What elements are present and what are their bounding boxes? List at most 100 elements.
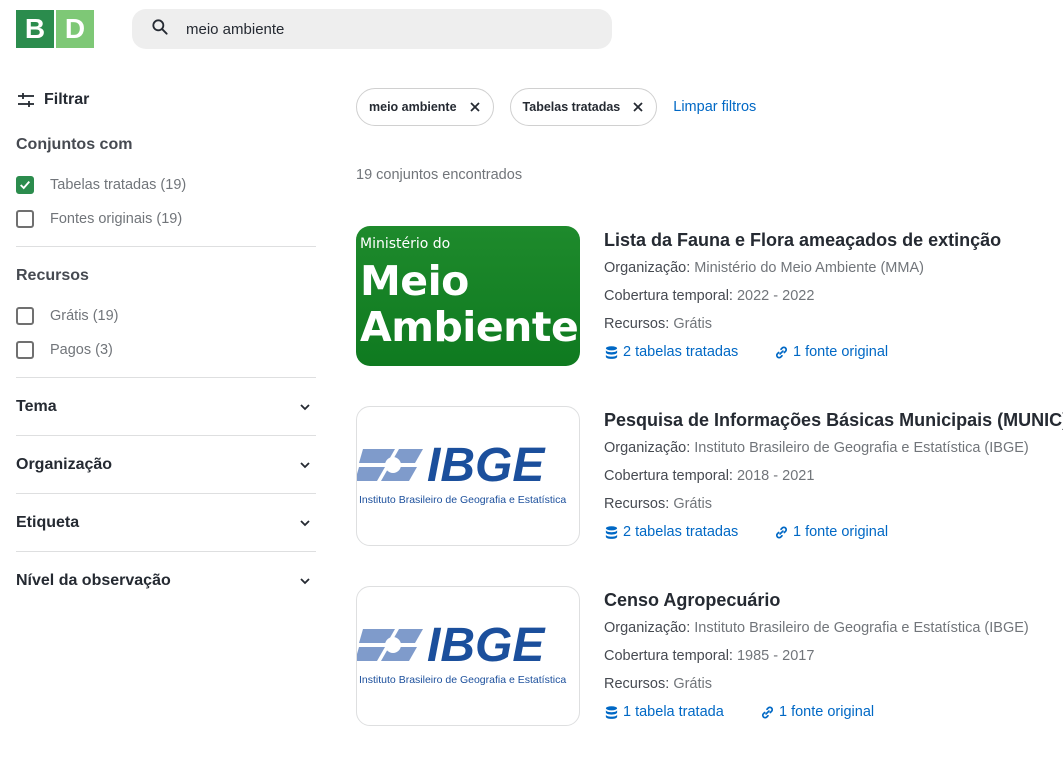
accordion-label: Etiqueta — [16, 513, 80, 531]
chip-label: Tabelas tratadas — [522, 100, 621, 114]
result-coverage: Cobertura temporal: 2018 - 2021 — [604, 462, 1063, 490]
meta-label: Recursos: — [604, 316, 670, 332]
link-label: 1 tabela tratada — [623, 704, 724, 720]
link-label: 2 tabelas tratadas — [623, 344, 739, 360]
chevron-down-icon — [300, 577, 310, 584]
meta-label: Cobertura temporal: — [604, 288, 733, 304]
accordion-tema[interactable]: Tema — [16, 378, 316, 435]
active-filters: meio ambiente Tabelas tratadas Limpar fi… — [356, 88, 756, 126]
filter-label: Filtrar — [44, 91, 90, 108]
search-bar[interactable] — [132, 9, 612, 49]
checkbox-checked-icon[interactable] — [16, 176, 34, 194]
filter-chip[interactable]: Tabelas tratadas — [509, 88, 658, 126]
divider — [16, 246, 316, 247]
dataset-thumbnail[interactable]: Ministério do Meio Ambiente — [356, 226, 580, 366]
accordion-etiqueta[interactable]: Etiqueta — [16, 494, 316, 551]
link-label: 1 fonte original — [793, 344, 889, 360]
accordion-label: Organização — [16, 455, 113, 473]
result-org: Organização: Ministério do Meio Ambiente… — [604, 254, 1001, 282]
result-title[interactable]: Lista da Fauna e Flora ameaçados de exti… — [604, 226, 1001, 254]
filter-sidebar: Filtrar Conjuntos com Tabelas tratadas (… — [16, 86, 316, 609]
checkbox-label: Tabelas tratadas (19) — [50, 177, 187, 193]
database-icon — [605, 705, 618, 719]
meta-value: Grátis — [673, 316, 712, 332]
sources-link[interactable]: 1 fonte original — [774, 344, 888, 360]
link-icon — [776, 526, 787, 538]
sources-link[interactable]: 1 fonte original — [774, 524, 888, 540]
meta-value: 2018 - 2021 — [736, 468, 815, 484]
logo-d: D — [56, 10, 94, 48]
result-coverage: Cobertura temporal: 1985 - 2017 — [604, 642, 1029, 670]
result-links: 2 tabelas tratadas 1 fonte original — [604, 518, 1063, 546]
result-card: Ministério do Meio Ambiente Lista da Fau… — [356, 226, 1056, 366]
thumb-line1: Meio — [360, 257, 469, 305]
results-count: 19 conjuntos encontrados — [356, 167, 523, 183]
result-title[interactable]: Censo Agropecuário — [604, 586, 1029, 614]
checkbox-icon[interactable] — [16, 341, 34, 359]
chip-label: meio ambiente — [369, 100, 457, 114]
checkbox-tabelas-tratadas[interactable]: Tabelas tratadas (19) — [16, 168, 316, 202]
checkbox-icon[interactable] — [16, 210, 34, 228]
checkbox-fontes-originais[interactable]: Fontes originais (19) — [16, 202, 316, 236]
dataset-thumbnail[interactable]: IBGE Instituto Brasileiro de Geografia e… — [356, 406, 580, 546]
result-info: Censo Agropecuário Organização: Institut… — [604, 586, 1029, 726]
dataset-thumbnail[interactable]: IBGE Instituto Brasileiro de Geografia e… — [356, 586, 580, 726]
checkbox-gratis[interactable]: Grátis (19) — [16, 299, 316, 333]
ibge-logo: IBGE Instituto Brasileiro de Geografia e… — [357, 439, 566, 506]
thumb-small-text: Ministério do — [360, 236, 451, 252]
tables-link[interactable]: 2 tabelas tratadas — [604, 524, 774, 540]
checkbox-label: Grátis (19) — [50, 308, 119, 324]
result-links: 2 tabelas tratadas 1 fonte original — [604, 338, 1001, 366]
meta-label: Recursos: — [604, 676, 670, 692]
tables-link[interactable]: 2 tabelas tratadas — [604, 344, 774, 360]
close-icon[interactable] — [469, 101, 481, 113]
accordion-nivel-observacao[interactable]: Nível da observação — [16, 552, 316, 609]
link-icon — [762, 706, 773, 718]
ibge-subtitle: Instituto Brasileiro de Geografia e Esta… — [359, 494, 566, 506]
database-icon — [605, 345, 618, 359]
sources-link[interactable]: 1 fonte original — [760, 704, 874, 720]
logo[interactable]: B D — [16, 10, 94, 48]
result-card: IBGE Instituto Brasileiro de Geografia e… — [356, 586, 1056, 726]
filter-icon — [18, 93, 34, 107]
meta-value: Instituto Brasileiro de Geografia e Esta… — [694, 620, 1029, 636]
checkbox-pagos[interactable]: Pagos (3) — [16, 333, 316, 367]
filter-header: Filtrar — [16, 86, 316, 114]
close-icon[interactable] — [632, 101, 644, 113]
meta-value: Instituto Brasileiro de Geografia e Esta… — [694, 440, 1029, 456]
conjuntos-title: Conjuntos com — [16, 136, 133, 153]
search-input[interactable] — [186, 20, 586, 38]
link-label: 1 fonte original — [793, 524, 889, 540]
filter-chip[interactable]: meio ambiente — [356, 88, 494, 126]
recursos-title: Recursos — [16, 267, 89, 284]
result-coverage: Cobertura temporal: 2022 - 2022 — [604, 282, 1001, 310]
result-info: Lista da Fauna e Flora ameaçados de exti… — [604, 226, 1001, 366]
ibge-logo: IBGE Instituto Brasileiro de Geografia e… — [357, 619, 566, 686]
tables-link[interactable]: 1 tabela tratada — [604, 704, 760, 720]
logo-b: B — [16, 10, 54, 48]
clear-filters-link[interactable]: Limpar filtros — [673, 99, 756, 115]
search-icon[interactable] — [150, 17, 170, 42]
result-resources: Recursos: Grátis — [604, 490, 1063, 518]
meta-label: Organização: — [604, 620, 691, 636]
result-card: IBGE Instituto Brasileiro de Geografia e… — [356, 406, 1063, 546]
meta-value: Grátis — [673, 676, 712, 692]
meta-label: Cobertura temporal: — [604, 648, 733, 664]
result-resources: Recursos: Grátis — [604, 310, 1001, 338]
ibge-logo-text: IBGE — [427, 439, 546, 492]
meta-value: Grátis — [673, 496, 712, 512]
checkbox-label: Fontes originais (19) — [50, 211, 183, 227]
result-org: Organização: Instituto Brasileiro de Geo… — [604, 434, 1063, 462]
meta-label: Recursos: — [604, 496, 670, 512]
result-info: Pesquisa de Informações Básicas Municipa… — [604, 406, 1063, 546]
chevron-down-icon — [300, 519, 310, 526]
accordion-label: Nível da observação — [16, 571, 171, 589]
result-title[interactable]: Pesquisa de Informações Básicas Municipa… — [604, 406, 1063, 434]
meta-label: Organização: — [604, 440, 691, 456]
checkbox-label: Pagos (3) — [50, 342, 113, 358]
checkbox-icon[interactable] — [16, 307, 34, 325]
result-resources: Recursos: Grátis — [604, 670, 1029, 698]
database-icon — [605, 525, 618, 539]
accordion-organizacao[interactable]: Organização — [16, 436, 316, 493]
link-label: 1 fonte original — [779, 704, 875, 720]
